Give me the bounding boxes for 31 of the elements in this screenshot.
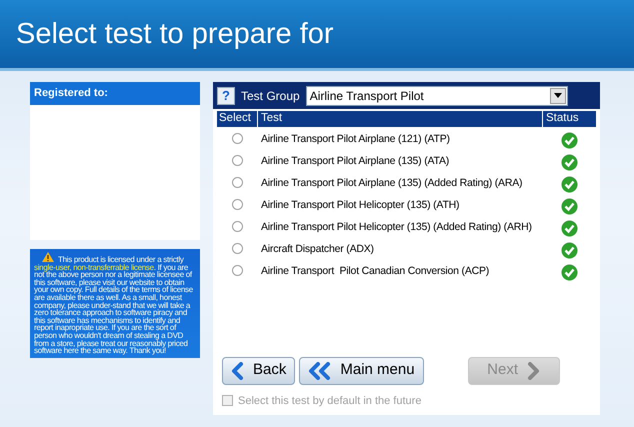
radio-button[interactable] xyxy=(232,220,242,232)
test-name: Airline Transport Pilot Airplane (135) (ATA) xyxy=(261,155,450,167)
test-group-label: Test Group xyxy=(241,88,300,104)
radio-button[interactable] xyxy=(232,242,242,254)
radio-button[interactable] xyxy=(232,176,242,188)
test-name: Airline Transport Pilot Helicopter (135) (ATH) xyxy=(261,199,460,211)
page-title: Select test to prepare for xyxy=(16,20,334,48)
test-name: Airline Transport Pilot Airplane (135) (Added Rating) (ARA) xyxy=(261,177,522,189)
chevron-left-icon xyxy=(231,362,245,380)
test-name: Airline Transport Pilot Airplane (121) (ATP) xyxy=(261,133,450,145)
warning-icon xyxy=(42,252,54,262)
column-header: Select xyxy=(218,111,252,126)
test-group-dropdown[interactable]: Airline Transport Pilot xyxy=(306,86,568,106)
dropdown-arrow-icon xyxy=(554,93,562,98)
column-header: Status xyxy=(542,111,596,127)
panel-header: Registered to: xyxy=(30,82,200,104)
column-header: Test xyxy=(257,111,542,127)
test-name: Aircraft Dispatcher (ADX) xyxy=(261,243,374,255)
radio-button[interactable] xyxy=(232,154,242,166)
test-name: Airline Transport Pilot Canadian Conversion (ACP) xyxy=(261,265,490,277)
radio-button[interactable] xyxy=(232,264,242,276)
radio-button[interactable] xyxy=(232,132,242,144)
license-notice: This product is licensed under a strictly single-user, non-transferrable license. If you are not the above person nor a legitimate licensee of this software, please visit our website to obtain your own copy. Full details of the terms of license are available there as well. As a small, honest company, please under-stand that we will take a zero tolerance approach to software piracy and this software has mechanisms to identify and report inapropriate use. If you are the sort of person who wouldn't dream of stealing a DVD from a store, please treat our reasonably priced software here the same way. Thank you! xyxy=(34,252,196,355)
chevron-right-icon xyxy=(526,362,540,380)
test-name: Airline Transport Pilot Helicopter (135) (Added Rating) (ARH) xyxy=(261,221,532,233)
double-chevron-left-icon xyxy=(308,362,332,380)
checkbox-label: Select this test by default in the future xyxy=(238,394,422,408)
back-button[interactable]: Back xyxy=(222,356,296,384)
help-button[interactable]: ? xyxy=(217,86,235,104)
home-button[interactable]: Main menu xyxy=(299,356,424,384)
radio-button[interactable] xyxy=(232,198,242,210)
